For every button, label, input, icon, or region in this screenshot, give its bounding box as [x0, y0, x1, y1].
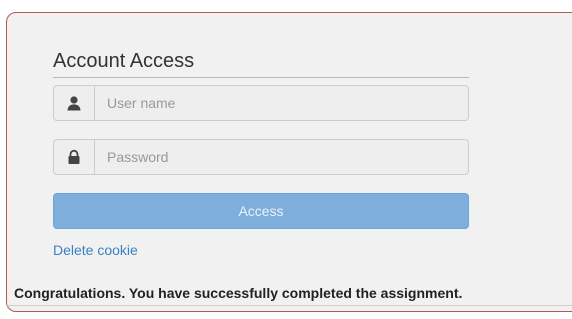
password-field[interactable] [95, 139, 469, 175]
username-field[interactable] [95, 85, 469, 121]
username-input-group [53, 85, 469, 121]
delete-cookie-link[interactable]: Delete cookie [53, 242, 138, 258]
form-legend: Account Access [53, 49, 469, 78]
user-icon [53, 85, 95, 121]
lock-icon [53, 139, 95, 175]
access-button[interactable]: Access [53, 193, 469, 229]
divider [7, 305, 572, 306]
password-input-group [53, 139, 469, 175]
assignment-panel: Account Access Access Delete cookie Cong… [6, 12, 572, 312]
success-message: Congratulations. You have successfully c… [14, 285, 463, 301]
